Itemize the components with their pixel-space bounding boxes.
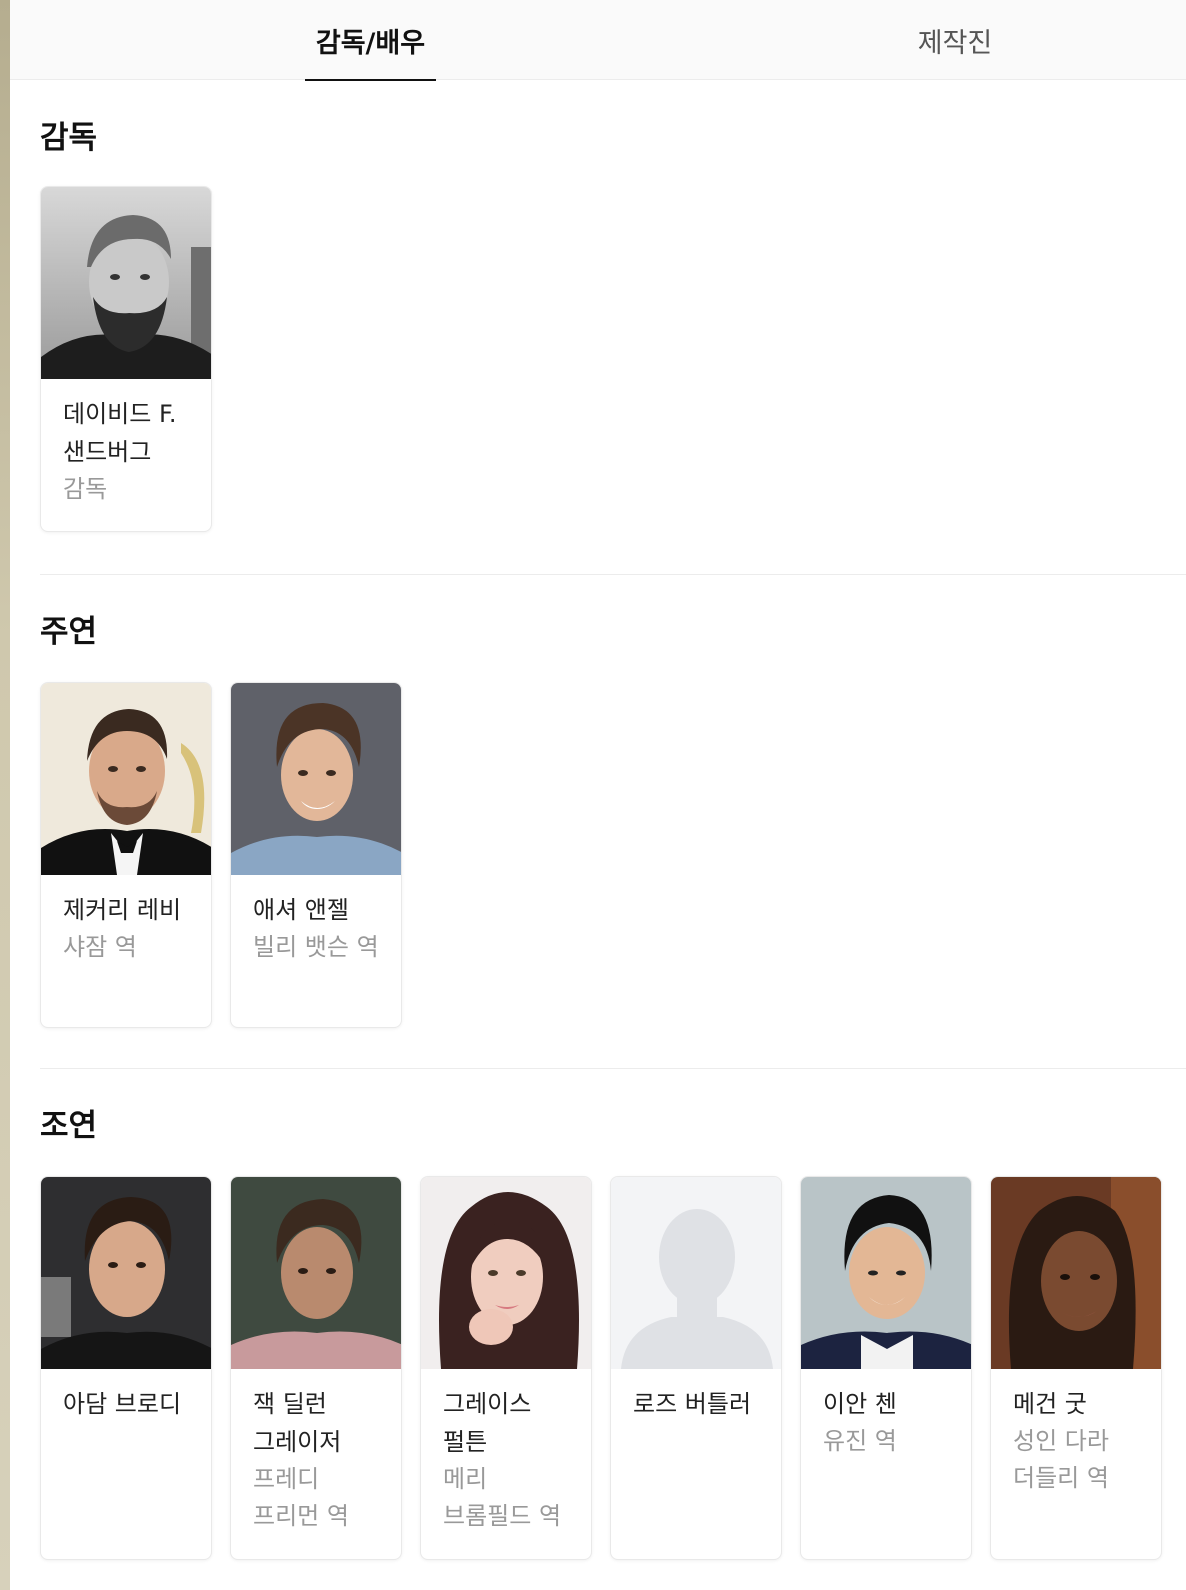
person-role: 감독 — [63, 475, 108, 503]
person-card[interactable]: 잭 딜런 그레이저 프레디 프리먼 역 — [230, 1176, 402, 1560]
person-role: 성인 다라 더들리 역 — [1013, 1427, 1109, 1492]
photo-zachary-levi — [41, 683, 211, 875]
section-supporting: 조연 아담 브로디 잭 딜런 그레이저 프레디 프리먼 역 그레이스 펄튼 메리… — [40, 1106, 1186, 1560]
person-role: 유진 역 — [823, 1427, 897, 1455]
supporting-card-list: 아담 브로디 잭 딜런 그레이저 프레디 프리먼 역 그레이스 펄튼 메리 브롬… — [40, 1176, 1162, 1560]
photo-ian-chen — [801, 1177, 971, 1369]
photo-jack-dylan-grazer — [231, 1177, 401, 1369]
tab-bar: 감독/배우 제작진 — [10, 0, 1186, 81]
person-role: 샤잠 역 — [63, 933, 137, 961]
person-info: 그레이스 펄튼 메리 브롬필드 역 — [421, 1369, 591, 1549]
person-card[interactable]: 이안 첸 유진 역 — [800, 1176, 972, 1560]
director-card-list: 데이비드 F. 샌드버그 감독 — [40, 186, 212, 532]
section-divider — [40, 574, 1186, 575]
section-director: 감독 데이비드 F. 샌드버그 감독 — [40, 118, 1186, 532]
person-info: 아담 브로디 — [41, 1369, 211, 1437]
person-info: 잭 딜런 그레이저 프레디 프리먼 역 — [231, 1369, 401, 1549]
placeholder-silhouette-icon — [611, 1177, 781, 1369]
window-edge — [0, 0, 10, 1590]
tab-cast-label: 감독/배우 — [315, 27, 426, 59]
photo-asher-angel — [231, 683, 401, 875]
person-card[interactable]: 아담 브로디 — [40, 1176, 212, 1560]
tab-crew-label: 제작진 — [917, 27, 993, 59]
person-name: 잭 딜런 그레이저 — [253, 1390, 342, 1456]
person-info: 로즈 버틀러 — [611, 1369, 781, 1437]
person-info: 데이비드 F. 샌드버그 감독 — [41, 379, 211, 522]
section-title-supporting: 조연 — [40, 1108, 98, 1144]
person-role: 메리 브롬필드 역 — [443, 1465, 562, 1530]
person-info: 메건 굿 성인 다라 더들리 역 — [991, 1369, 1161, 1511]
person-card[interactable]: 메건 굿 성인 다라 더들리 역 — [990, 1176, 1162, 1560]
person-card[interactable]: 제커리 레비 샤잠 역 — [40, 682, 212, 1028]
section-title-lead: 주연 — [40, 614, 98, 650]
photo-adam-brody — [41, 1177, 211, 1369]
person-info: 이안 첸 유진 역 — [801, 1369, 971, 1474]
person-name: 애셔 앤젤 — [253, 896, 349, 924]
active-tab-underline — [305, 79, 436, 81]
person-card[interactable]: 그레이스 펄튼 메리 브롬필드 역 — [420, 1176, 592, 1560]
section-lead: 주연 제커리 레비 샤잠 역 애셔 앤젤 빌리 뱃슨 역 — [40, 612, 1186, 1028]
person-card[interactable]: 데이비드 F. 샌드버그 감독 — [40, 186, 212, 532]
person-role: 프레디 프리먼 역 — [253, 1465, 349, 1530]
person-name: 메건 굿 — [1013, 1390, 1087, 1418]
person-name: 제커리 레비 — [63, 896, 182, 924]
person-name: 아담 브로디 — [63, 1390, 182, 1418]
person-card[interactable]: 애셔 앤젤 빌리 뱃슨 역 — [230, 682, 402, 1028]
person-name: 데이비드 F. 샌드버그 — [63, 400, 177, 466]
person-name: 로즈 버틀러 — [633, 1390, 752, 1418]
photo-david-sandberg — [41, 187, 211, 379]
person-role: 빌리 뱃슨 역 — [253, 933, 379, 961]
person-name: 이안 첸 — [823, 1390, 897, 1418]
lead-card-list: 제커리 레비 샤잠 역 애셔 앤젤 빌리 뱃슨 역 — [40, 682, 402, 1028]
tab-crew[interactable]: 제작진 — [890, 0, 1020, 80]
photo-meagan-good — [991, 1177, 1161, 1369]
photo-grace-fulton — [421, 1177, 591, 1369]
person-card[interactable]: 로즈 버틀러 — [610, 1176, 782, 1560]
section-title-director: 감독 — [40, 120, 98, 156]
person-info: 애셔 앤젤 빌리 뱃슨 역 — [231, 875, 401, 980]
person-name: 그레이스 펄튼 — [443, 1390, 532, 1456]
tab-cast[interactable]: 감독/배우 — [305, 0, 436, 81]
person-info: 제커리 레비 샤잠 역 — [41, 875, 211, 980]
section-divider — [40, 1068, 1186, 1069]
